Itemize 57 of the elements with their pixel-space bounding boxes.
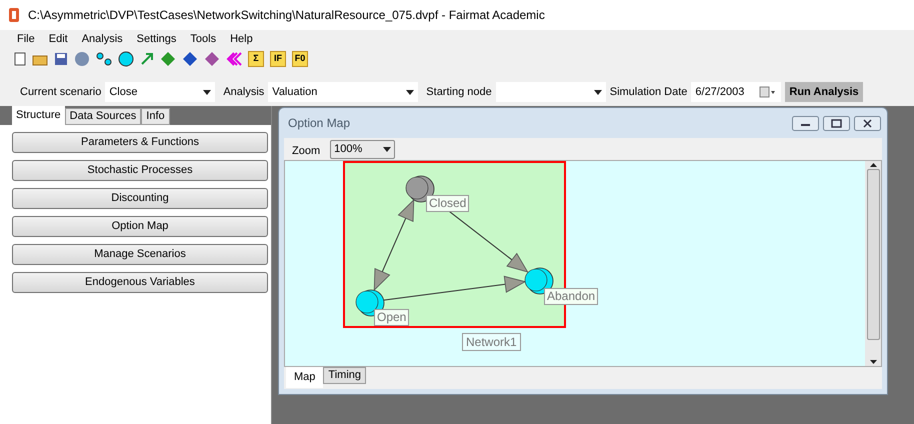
sidebar-button[interactable]: Endogenous Variables <box>12 272 268 293</box>
minimize-icon[interactable] <box>792 116 819 130</box>
sidebar-tab[interactable]: Data Sources <box>64 108 142 125</box>
close-icon[interactable] <box>854 116 881 130</box>
window-title: C:\Asymmetric\DVP\TestCases\NetworkSwitching\NaturalResource_075.dvpf - Fairmat Academic <box>28 7 545 24</box>
up-arrow-icon[interactable] <box>870 163 876 167</box>
nodes-icon[interactable] <box>96 51 112 67</box>
run-analysis-button[interactable]: Run Analysis <box>785 82 863 102</box>
sidebar-tab[interactable]: Structure <box>12 106 65 125</box>
simulation-date-label: Simulation Date <box>610 84 688 100</box>
app-icon <box>8 7 20 23</box>
zoom-dropdown[interactable]: 100% <box>330 140 396 158</box>
menu-item[interactable]: Tools <box>183 30 224 48</box>
toolbar-button[interactable]: Σ <box>248 51 264 67</box>
node-label: Closed <box>426 195 470 212</box>
map-tab[interactable]: Timing <box>323 367 366 384</box>
dropdown-arrow-icon[interactable] <box>594 90 602 94</box>
sidebar-button[interactable]: Discounting <box>12 188 268 209</box>
dropdown-arrow-icon[interactable] <box>870 360 876 364</box>
dropdown-arrow-icon[interactable] <box>383 146 392 152</box>
analysis-label: Analysis <box>223 84 264 100</box>
menu-item[interactable]: Edit <box>42 30 75 48</box>
option-map-title: Option Map <box>288 115 350 132</box>
node-icon[interactable] <box>118 51 134 67</box>
calendar-icon[interactable] <box>759 86 778 98</box>
diamond-icon[interactable] <box>182 51 198 67</box>
sidebar-tab[interactable]: Info <box>141 108 170 125</box>
arrow-icon[interactable] <box>140 52 154 66</box>
map-tab[interactable]: Map <box>286 367 324 388</box>
sidebar-button[interactable]: Manage Scenarios <box>12 244 268 265</box>
node-label: Open <box>374 309 410 326</box>
scenario-dropdown[interactable]: Close <box>105 82 216 102</box>
analysis-dropdown[interactable]: Valuation <box>268 82 418 102</box>
sidebar-button[interactable]: Parameters & Functions <box>12 132 268 153</box>
sidebar-button[interactable]: Stochastic Processes <box>12 160 268 181</box>
menu-item[interactable]: File <box>10 30 42 48</box>
save-icon[interactable] <box>54 52 68 66</box>
scenario-label: Current scenario <box>20 84 102 100</box>
dropdown-arrow-icon[interactable] <box>406 90 414 94</box>
sidebar-button[interactable]: Option Map <box>12 216 268 237</box>
network-label: Network1 <box>462 333 521 351</box>
menu-item[interactable]: Settings <box>130 30 184 48</box>
dropdown-arrow-icon[interactable] <box>203 90 212 94</box>
menu-item[interactable]: Analysis <box>74 30 130 48</box>
toolbar-button[interactable]: IF <box>270 51 286 67</box>
zoom-label: Zoom <box>292 144 320 159</box>
diamond-icon[interactable] <box>160 51 176 67</box>
starting-node-dropdown[interactable] <box>496 82 606 102</box>
menu-item[interactable]: Help <box>223 30 260 48</box>
node-label: Abandon <box>544 288 598 305</box>
toolbar-button[interactable]: F0 <box>292 51 308 67</box>
new-file-icon[interactable] <box>14 52 26 66</box>
diamond-icon[interactable] <box>204 51 220 67</box>
maximize-icon[interactable] <box>823 116 850 130</box>
date-field[interactable]: 6/27/2003 <box>691 82 782 102</box>
vertical-scrollbar[interactable] <box>865 161 881 366</box>
starting-node-label: Starting node <box>426 84 492 100</box>
